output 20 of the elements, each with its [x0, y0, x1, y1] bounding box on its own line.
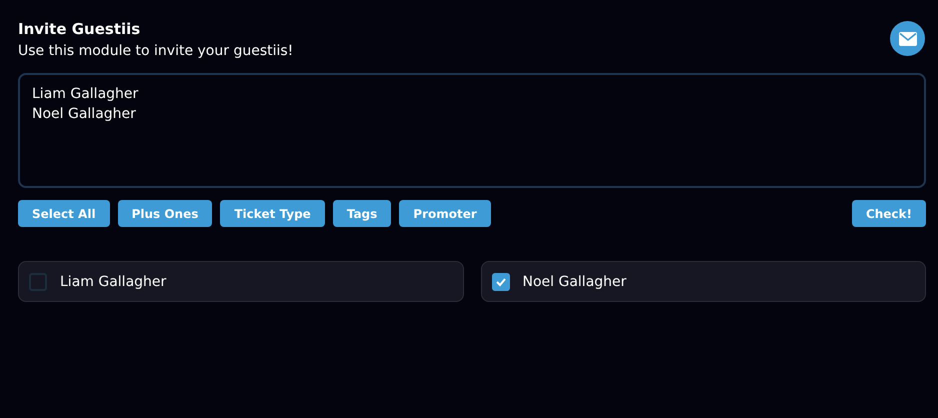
- filter-button[interactable]: Promoter: [399, 200, 491, 227]
- checkmark-icon: [494, 276, 506, 286]
- checkbox[interactable]: [29, 272, 47, 290]
- filter-button[interactable]: Plus Ones: [118, 200, 212, 227]
- guest-name-line: Noel Gallagher: [32, 105, 137, 124]
- guest-list-field[interactable]: Liam Gallagher Noel Gallagher: [18, 73, 926, 188]
- guest-name-line: Liam Gallagher: [32, 85, 140, 104]
- checkbox[interactable]: [492, 272, 510, 290]
- guest-name: Noel Gallagher: [522, 274, 626, 290]
- guest-card[interactable]: Liam Gallagher: [18, 261, 464, 302]
- check-button[interactable]: Check!: [852, 200, 926, 227]
- filter-button[interactable]: Tags: [332, 200, 392, 227]
- module-title: Invite Guestiis: [18, 20, 142, 38]
- filter-button[interactable]: Select All: [18, 200, 110, 227]
- mail-button[interactable]: [890, 21, 925, 56]
- guest-name: Liam Gallagher: [60, 274, 166, 290]
- envelope-icon: [898, 32, 916, 46]
- guest-card[interactable]: Noel Gallagher: [480, 261, 926, 302]
- filter-button[interactable]: Ticket Type: [220, 200, 325, 227]
- module-description: Use this module to invite your guestiis!: [18, 43, 294, 59]
